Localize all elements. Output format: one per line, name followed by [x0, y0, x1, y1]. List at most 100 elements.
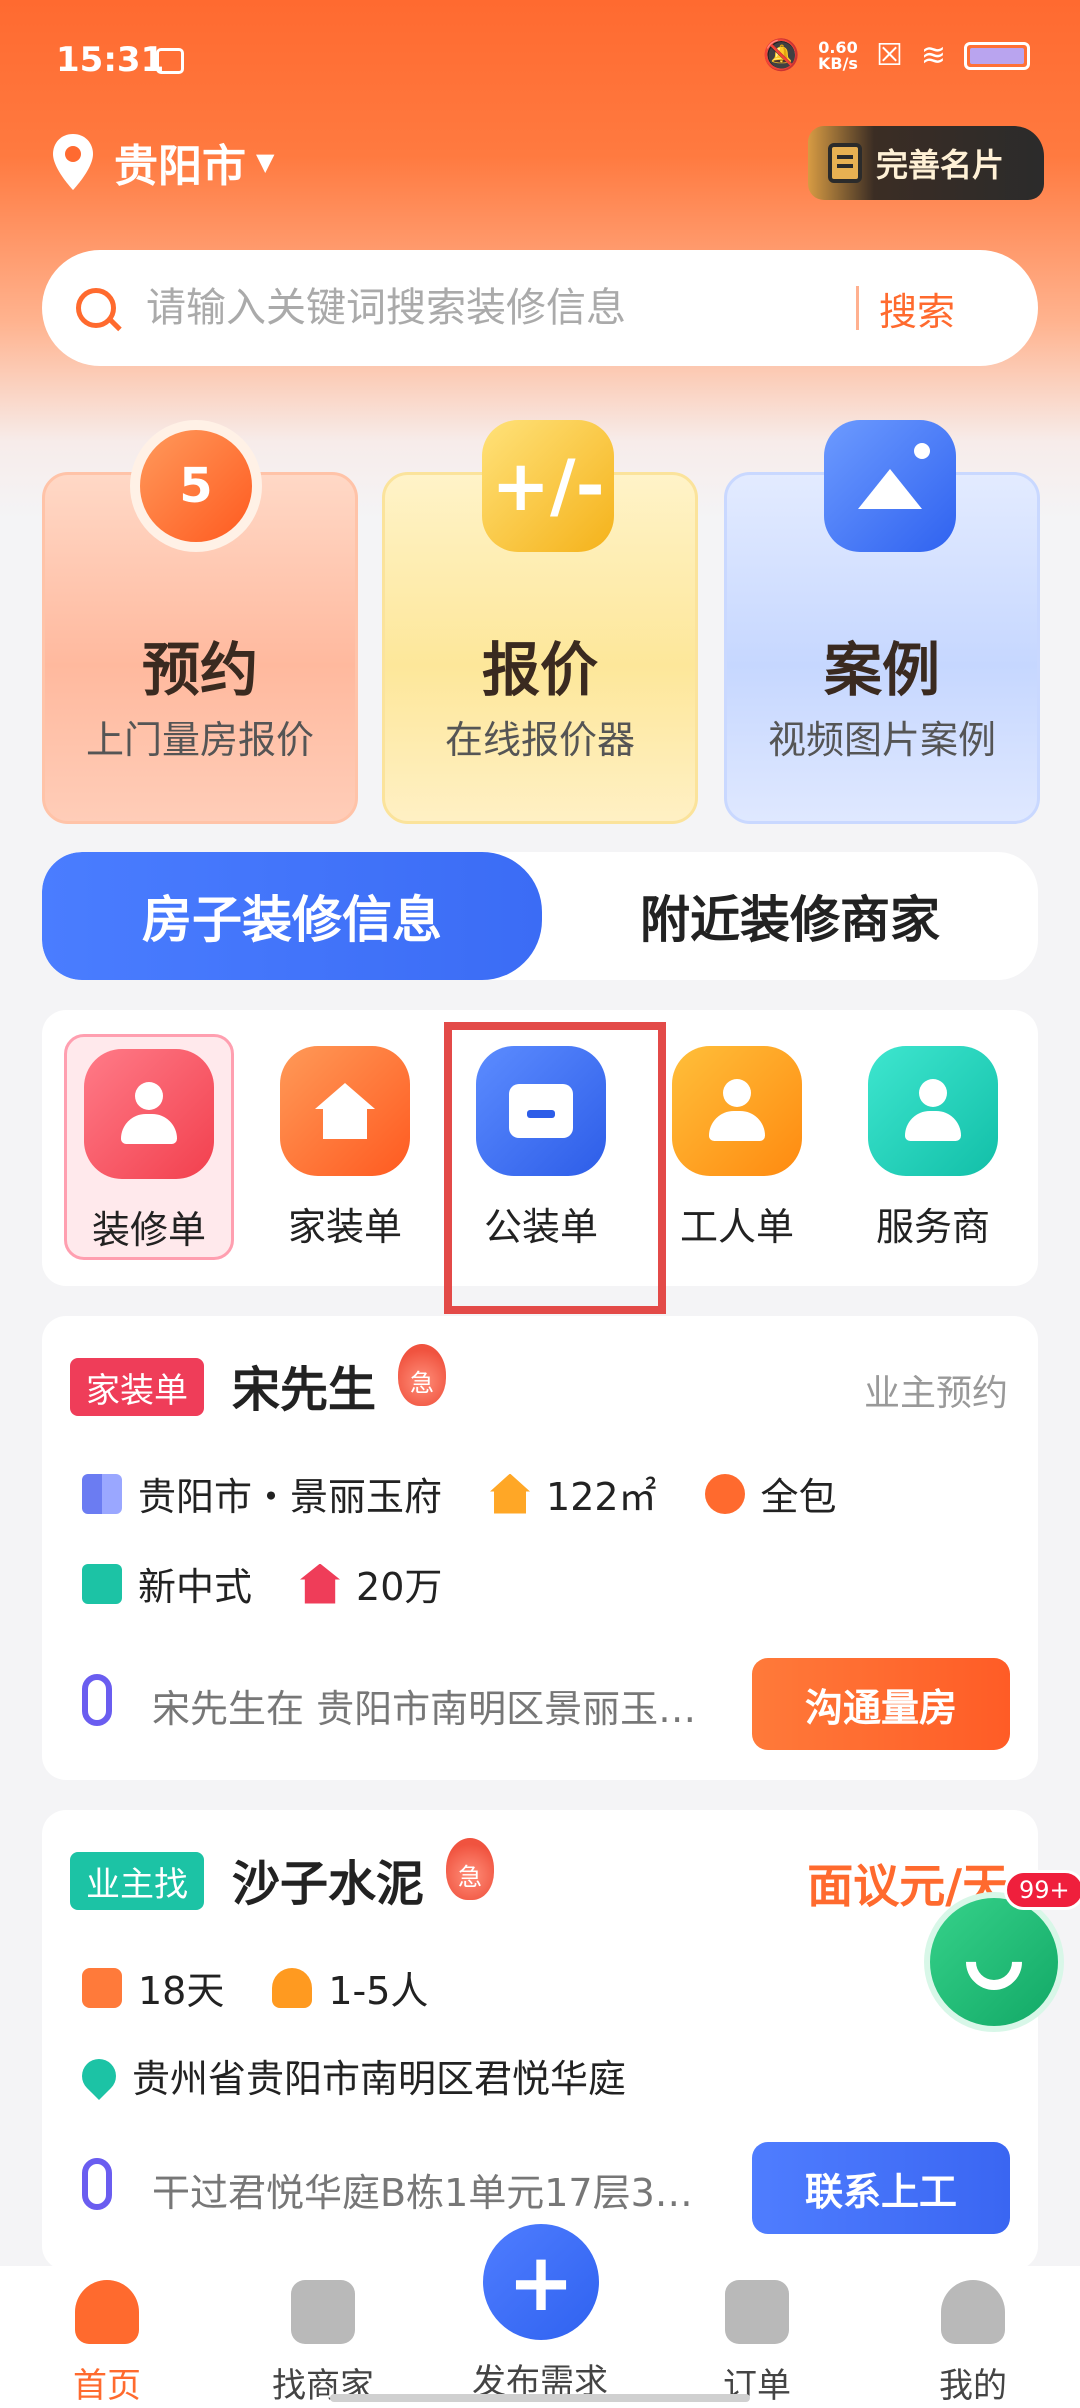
- location-name: 贵阳市: [114, 141, 246, 192]
- search-button[interactable]: 搜索: [879, 281, 955, 336]
- duration-text: 18天: [138, 1969, 225, 2013]
- tab-house-decoration-info[interactable]: 房子装修信息: [42, 852, 542, 980]
- battery-fill: [970, 48, 1024, 64]
- battery-icon: [964, 42, 1030, 70]
- area-text: 122㎡: [546, 1475, 657, 1519]
- category-worker-order[interactable]: 工人单: [652, 1034, 822, 1260]
- map-pin-icon: [74, 2051, 124, 2100]
- paint-roller-icon: [82, 1563, 122, 1604]
- nav-label: 我的: [939, 2366, 1007, 2406]
- highlight-annotation: [444, 1022, 666, 1314]
- search-icon: [76, 288, 116, 328]
- calculator-icon: +/-: [482, 420, 614, 552]
- microphone-icon: [82, 2158, 112, 2210]
- status-icons: 🔕 0.60 KB/s ☒ ≋: [763, 40, 1030, 72]
- person-shape: [119, 1082, 179, 1146]
- nav-home[interactable]: 首页: [32, 2280, 182, 2407]
- location-selector[interactable]: 贵阳市 ▼: [50, 130, 274, 194]
- nav-label: 首页: [73, 2366, 141, 2406]
- merchant-icon: [291, 2280, 355, 2344]
- search-bar: 搜索: [42, 250, 1038, 366]
- listing-title: 宋先生: [232, 1362, 377, 1418]
- info-row: 贵阳市・景丽玉府 122㎡ 全包: [82, 1466, 885, 1521]
- info-row: 18天 1-5人: [82, 1960, 476, 2015]
- feature-title: 报价: [481, 636, 598, 704]
- worker-icon: [704, 1473, 745, 1514]
- close-box-icon: ☒: [875, 38, 903, 73]
- house-shape: [315, 1083, 375, 1139]
- category-decoration-order[interactable]: 装修单: [64, 1034, 234, 1260]
- feature-subtitle: 在线报价器: [444, 718, 635, 762]
- urgent-flame-icon: 急: [398, 1344, 446, 1406]
- feature-title: 预约: [141, 636, 258, 704]
- info-package: 全包: [704, 1466, 837, 1521]
- info-location: 贵阳市・景丽玉府: [82, 1466, 442, 1521]
- complete-profile-label: 完善名片: [876, 146, 1005, 184]
- publish-button[interactable]: +: [477, 2218, 605, 2346]
- microphone-icon: [82, 1674, 112, 1726]
- house-icon: [280, 1046, 410, 1176]
- nav-orders[interactable]: 订单: [682, 2280, 832, 2407]
- nav-find-merchants[interactable]: 找商家: [248, 2280, 398, 2407]
- call-button[interactable]: [924, 1892, 1064, 2032]
- info-tabs: 房子装修信息 附近装修商家: [42, 852, 1038, 980]
- info-people: 1-5人: [272, 1960, 428, 2015]
- mute-icon: 🔕: [762, 38, 800, 73]
- image-icon: [824, 420, 956, 552]
- business-card-icon: [828, 143, 862, 183]
- user-icon: [941, 2280, 1005, 2344]
- worker-helmet-icon: [672, 1046, 802, 1176]
- info-area: 122㎡: [490, 1466, 657, 1521]
- search-divider: [856, 286, 859, 330]
- style-text: 新中式: [138, 1565, 253, 1609]
- location-text: 贵阳市・景丽玉府: [138, 1475, 443, 1519]
- listing-description: 宋先生在 贵阳市南明区景丽玉…: [152, 1687, 697, 1731]
- address-text: 贵州省贵阳市南明区君悦华庭: [132, 2057, 627, 2101]
- listing-tag: 家装单: [70, 1358, 204, 1416]
- package-text: 全包: [760, 1475, 837, 1519]
- listing-title: 沙子水泥: [232, 1856, 425, 1912]
- category-service-provider[interactable]: 服务商: [848, 1034, 1018, 1260]
- net-speed: 0.60 KB/s: [818, 40, 858, 72]
- person-shape: [707, 1079, 767, 1143]
- listing-card[interactable]: 业主找 沙子水泥 急 面议元/天 18天 1-5人 贵州省贵阳市南明区君悦华庭 …: [42, 1810, 1038, 2270]
- info-row: 贵州省贵阳市南明区君悦华庭: [74, 2048, 674, 2103]
- phone-icon: [954, 1922, 1034, 2002]
- sim-icon: [156, 48, 184, 74]
- listing-description: 干过君悦华庭B栋1单元17层3…: [152, 2171, 693, 2215]
- feature-subtitle: 上门量房报价: [85, 718, 314, 762]
- listing-status: 业主预约: [863, 1373, 1008, 1414]
- home-indicator: [330, 2394, 750, 2402]
- contact-worker-button[interactable]: 联系上工: [752, 2142, 1010, 2234]
- category-label: 家装单: [287, 1205, 402, 1249]
- tab-nearby-merchants[interactable]: 附近装修商家: [542, 852, 1038, 980]
- info-address: 贵州省贵阳市南明区君悦华庭: [74, 2048, 627, 2103]
- people-icon: [272, 1967, 313, 2008]
- urgent-flame-icon: 急: [446, 1838, 494, 1900]
- building-icon: [82, 1473, 122, 1514]
- communicate-measure-button[interactable]: 沟通量房: [752, 1658, 1010, 1750]
- caret-down-icon: ▼: [256, 148, 275, 176]
- category-home-order[interactable]: 家装单: [260, 1034, 430, 1260]
- category-label: 装修单: [91, 1208, 206, 1252]
- complete-profile-button[interactable]: 完善名片: [808, 126, 1044, 200]
- nav-profile[interactable]: 我的: [898, 2280, 1048, 2407]
- wifi-icon: ≋: [920, 38, 946, 73]
- net-speed-unit: KB/s: [817, 54, 858, 73]
- people-text: 1-5人: [328, 1969, 429, 2013]
- info-style: 新中式: [82, 1556, 252, 1611]
- call-badge: 99+: [1004, 1870, 1080, 1910]
- category-label: 工人单: [679, 1205, 794, 1249]
- listing-tag: 业主找: [70, 1852, 204, 1910]
- person-shape: [903, 1079, 963, 1143]
- order-icon: [725, 2280, 789, 2344]
- info-row: 新中式 20万: [82, 1556, 490, 1611]
- owner-house-icon: [84, 1049, 214, 1179]
- listing-card[interactable]: 家装单 宋先生 急 业主预约 贵阳市・景丽玉府 122㎡ 全包 新中式 20万 …: [42, 1316, 1038, 1780]
- engineer-icon: [868, 1046, 998, 1176]
- search-input[interactable]: [146, 285, 846, 331]
- location-pin-icon: [53, 134, 93, 190]
- money-house-icon: [300, 1563, 341, 1604]
- feature-title: 案例: [823, 636, 940, 704]
- tape-measure-icon: 5: [130, 420, 262, 552]
